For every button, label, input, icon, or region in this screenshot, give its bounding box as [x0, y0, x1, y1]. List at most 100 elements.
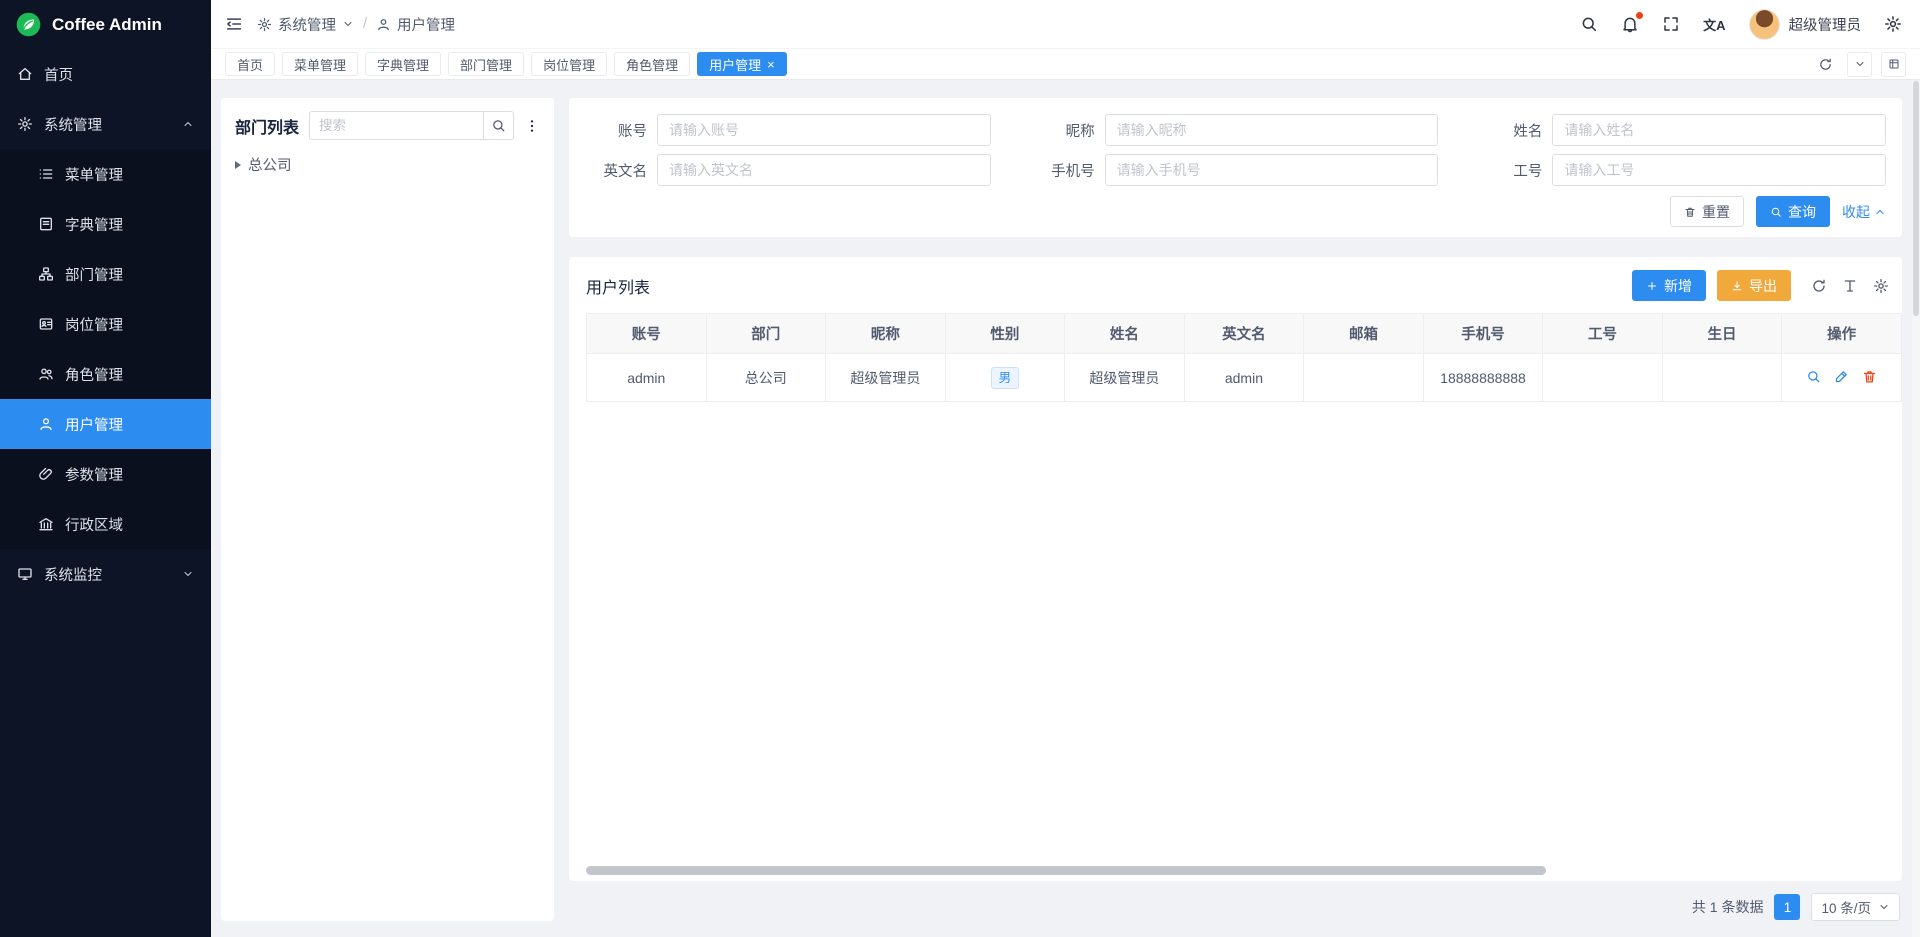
app-title: Coffee Admin — [52, 15, 162, 35]
page-number-button[interactable]: 1 — [1774, 894, 1800, 920]
search-form: 账号 昵称 姓名 英文名 — [585, 114, 1886, 186]
app-logo[interactable]: Coffee Admin — [0, 0, 211, 49]
user-table: 账号 部门 昵称 性别 姓名 英文名 邮箱 手机号 工号 生日 — [586, 313, 1902, 402]
tab-close-icon[interactable]: × — [767, 58, 775, 71]
collapse-sidebar-button[interactable] — [225, 15, 243, 33]
english-name-input[interactable] — [657, 154, 991, 186]
home-icon — [17, 66, 33, 82]
reset-button[interactable]: 重置 — [1670, 196, 1744, 227]
sidebar-item-menu-management[interactable]: 菜单管理 — [0, 149, 211, 199]
sidebar-item-system-management[interactable]: 系统管理 — [0, 99, 211, 149]
name-input[interactable] — [1552, 114, 1886, 146]
paperclip-icon — [38, 466, 54, 482]
refresh-tab-button[interactable] — [1813, 52, 1838, 77]
caret-right-icon[interactable] — [235, 161, 241, 169]
cell-nickname: 超级管理员 — [826, 354, 946, 402]
user-list-title: 用户列表 — [586, 274, 650, 298]
page-size-select[interactable]: 10 条/页 — [1811, 893, 1900, 921]
tab-post-management[interactable]: 岗位管理 — [531, 52, 607, 76]
sidebar-item-label: 参数管理 — [65, 464, 123, 485]
window-scrollbar-thumb[interactable] — [1913, 81, 1919, 316]
edit-icon[interactable] — [1834, 369, 1849, 384]
user-menu[interactable]: 超级管理员 — [1749, 9, 1862, 40]
sidebar: Coffee Admin 首页 系统管理 菜单管理 字典管理 — [0, 0, 211, 937]
column-header-department: 部门 — [706, 314, 826, 354]
tab-role-management[interactable]: 角色管理 — [614, 52, 690, 76]
tree-item-label: 总公司 — [248, 154, 292, 175]
sidebar-item-post-management[interactable]: 岗位管理 — [0, 299, 211, 349]
tab-department-management[interactable]: 部门管理 — [448, 52, 524, 76]
notifications-button[interactable] — [1621, 15, 1639, 33]
table-row: admin 总公司 超级管理员 男 超级管理员 admin 188 — [587, 354, 1902, 402]
field-label: 账号 — [585, 120, 647, 141]
monitor-icon — [17, 566, 33, 582]
phone-input[interactable] — [1105, 154, 1439, 186]
vertical-dots-icon — [524, 118, 540, 134]
roles-icon — [38, 366, 54, 382]
download-icon — [1731, 280, 1743, 292]
column-header-english-name: 英文名 — [1184, 314, 1304, 354]
column-settings-button[interactable] — [1873, 278, 1889, 294]
form-item-job-number: 工号 — [1480, 154, 1886, 186]
tabbar-tools — [1813, 52, 1906, 77]
sidebar-item-dictionary-management[interactable]: 字典管理 — [0, 199, 211, 249]
sidebar-item-role-management[interactable]: 角色管理 — [0, 349, 211, 399]
layout-icon — [1888, 58, 1900, 70]
cell-english-name: admin — [1184, 354, 1304, 402]
sidebar-item-system-monitor[interactable]: 系统监控 — [0, 549, 211, 599]
translate-icon: 文A — [1703, 15, 1725, 34]
tab-menu-management[interactable]: 菜单管理 — [282, 52, 358, 76]
delete-icon[interactable] — [1862, 369, 1877, 384]
tab-options-button[interactable] — [1847, 52, 1872, 77]
tab-home[interactable]: 首页 — [225, 52, 275, 76]
settings-button[interactable] — [1884, 15, 1902, 33]
tab-dictionary-management[interactable]: 字典管理 — [365, 52, 441, 76]
tab-user-management[interactable]: 用户管理 × — [697, 52, 787, 76]
cell-account: admin — [587, 354, 707, 402]
field-label: 手机号 — [1033, 160, 1095, 181]
sidebar-item-home[interactable]: 首页 — [0, 49, 211, 99]
account-input[interactable] — [657, 114, 991, 146]
global-search-button[interactable] — [1580, 15, 1598, 33]
language-switch-button[interactable]: 文A — [1703, 15, 1725, 34]
content-fullscreen-button[interactable] — [1881, 52, 1906, 77]
sidebar-item-parameter-management[interactable]: 参数管理 — [0, 449, 211, 499]
tab-label: 字典管理 — [377, 55, 429, 74]
tree-item-head-office[interactable]: 总公司 — [235, 151, 540, 178]
nickname-input[interactable] — [1105, 114, 1439, 146]
search-icon — [1580, 15, 1598, 33]
topbar-actions: 文A 超级管理员 — [1580, 9, 1902, 40]
job-number-input[interactable] — [1552, 154, 1886, 186]
user-list-panel: 用户列表 新增 导出 — [569, 257, 1902, 881]
refresh-table-button[interactable] — [1811, 278, 1827, 294]
query-button[interactable]: 查询 — [1756, 196, 1830, 227]
breadcrumb-item-user-management[interactable]: 用户管理 — [376, 14, 455, 35]
sidebar-item-label: 系统监控 — [44, 564, 102, 585]
department-more-button[interactable] — [524, 118, 540, 134]
fullscreen-button[interactable] — [1662, 15, 1680, 33]
sidebar-item-admin-region[interactable]: 行政区域 — [0, 499, 211, 549]
cell-birthday — [1662, 354, 1782, 402]
department-panel-title: 部门列表 — [235, 114, 299, 138]
department-panel-header: 部门列表 — [235, 111, 540, 140]
sidebar-item-user-management[interactable]: 用户管理 — [0, 399, 211, 449]
collapse-form-button[interactable]: 收起 — [1842, 202, 1886, 222]
username: 超级管理员 — [1789, 14, 1862, 35]
horizontal-scrollbar[interactable] — [586, 866, 1546, 875]
table-tool-icons — [1811, 278, 1889, 294]
department-search-button[interactable] — [484, 111, 514, 140]
refresh-icon — [1818, 57, 1833, 72]
export-button[interactable]: 导出 — [1717, 270, 1791, 301]
page-size-value: 10 条/页 — [1821, 897, 1871, 917]
user-list-header: 用户列表 新增 导出 — [569, 257, 1902, 313]
plus-icon — [1646, 280, 1658, 292]
form-item-name: 姓名 — [1480, 114, 1886, 146]
sidebar-item-department-management[interactable]: 部门管理 — [0, 249, 211, 299]
department-search-input[interactable] — [309, 111, 484, 140]
search-form-panel: 账号 昵称 姓名 英文名 — [569, 98, 1902, 237]
sidebar-item-label: 角色管理 — [65, 364, 123, 385]
breadcrumb-item-system-management[interactable]: 系统管理 — [257, 14, 354, 35]
row-density-button[interactable] — [1842, 278, 1858, 294]
view-icon[interactable] — [1806, 369, 1821, 384]
add-user-button[interactable]: 新增 — [1632, 270, 1706, 301]
